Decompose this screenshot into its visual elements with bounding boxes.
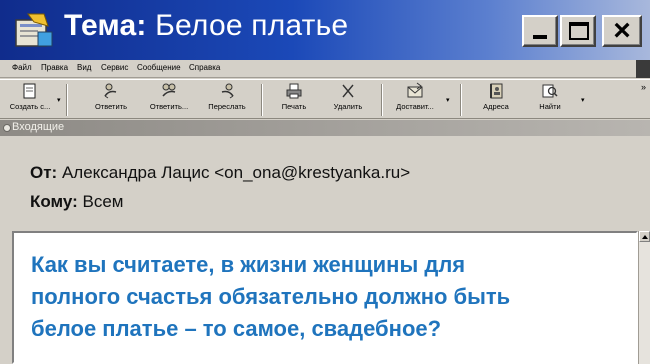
toolbar-separator — [66, 84, 67, 116]
vertical-scrollbar[interactable] — [638, 231, 650, 364]
message-header: От: Александра Лацис <on_ona@krestyanka.… — [0, 137, 650, 229]
title-bar[interactable]: Тема: Белое платье × — [0, 0, 650, 60]
reply-all-label: Ответить... — [149, 102, 189, 111]
forward-icon — [221, 83, 234, 99]
new-message-label: Создать с... — [9, 102, 51, 111]
print-button[interactable]: Печать — [274, 82, 314, 118]
message-line: полного счастья обязательно должно быть — [31, 284, 511, 309]
window-title: Тема: Белое платье — [64, 9, 348, 43]
forward-label: Переслать — [208, 102, 246, 111]
message-body-frame: Как вы считаете, в жизни женщины для пол… — [12, 229, 650, 364]
send-receive-icon — [407, 82, 423, 98]
chevron-down-icon[interactable]: ▾ — [57, 96, 61, 104]
maximize-icon — [569, 22, 589, 40]
reply-all-button[interactable]: Ответить... — [142, 82, 196, 118]
find-label: Найти — [539, 102, 561, 111]
arrow-up-icon — [642, 235, 648, 239]
send-receive-label: Доставит... — [396, 102, 434, 111]
toolbar: Создать с... ▾ Ответить Ответить... Пере… — [0, 79, 650, 119]
title-subject: Белое платье — [155, 9, 349, 42]
menu-bar: Файл Правка Вид Сервис Сообщение Справка — [0, 60, 650, 78]
reply-button[interactable]: Ответить — [88, 82, 134, 118]
inbox-icon — [3, 124, 11, 132]
close-button[interactable]: × — [602, 15, 642, 47]
windows-logo-icon — [636, 60, 650, 78]
print-icon — [286, 83, 302, 99]
close-icon: × — [613, 14, 631, 47]
mail-app-icon — [15, 13, 53, 47]
reply-all-icon — [162, 83, 176, 97]
from-value: Александра Лацис <on_ona@krestyanka.ru> — [61, 163, 411, 182]
menu-tools[interactable]: Сервис — [101, 63, 128, 72]
chevron-down-icon[interactable]: ▾ — [446, 96, 450, 104]
from-label: От: — [30, 163, 58, 182]
reply-label: Ответить — [94, 102, 128, 111]
scroll-up-button[interactable] — [639, 231, 650, 242]
maximize-button[interactable] — [560, 15, 596, 47]
from-line: От: Александра Лацис <on_ona@krestyanka.… — [30, 163, 410, 183]
mail-window: Тема: Белое платье × Файл Правка Вид Сер… — [0, 0, 650, 364]
message-line: Как вы считаете, в жизни женщины для — [31, 252, 466, 277]
new-message-icon — [23, 83, 36, 99]
delete-button[interactable]: Удалить — [326, 82, 370, 118]
delete-label: Удалить — [333, 102, 363, 111]
toolbar-separator — [381, 84, 382, 116]
to-label: Кому: — [30, 192, 78, 211]
menu-help[interactable]: Справка — [189, 63, 220, 72]
to-line: Кому: Всем — [30, 192, 124, 212]
forward-button[interactable]: Переслать — [202, 82, 252, 118]
message-text: Как вы считаете, в жизни женщины для пол… — [31, 249, 591, 345]
menu-view[interactable]: Вид — [77, 63, 91, 72]
menu-edit[interactable]: Правка — [41, 63, 68, 72]
minimize-icon — [533, 35, 547, 39]
message-line: белое платье – то самое, свадебное? — [31, 316, 442, 341]
minimize-button[interactable] — [522, 15, 558, 47]
toolbar-overflow-icon[interactable]: » — [641, 82, 646, 92]
print-label: Печать — [281, 102, 307, 111]
send-receive-button[interactable]: Доставит... — [388, 82, 442, 118]
new-message-button[interactable]: Создать с... — [6, 82, 54, 118]
to-value: Всем — [82, 192, 124, 211]
title-label: Тема: — [64, 9, 147, 42]
delete-icon — [342, 84, 354, 98]
toolbar-separator — [460, 84, 461, 116]
message-body[interactable]: Как вы считаете, в жизни женщины для пол… — [12, 231, 638, 364]
toolbar-separator — [261, 84, 262, 116]
menu-message[interactable]: Сообщение — [137, 63, 181, 72]
address-book-label: Адреса — [483, 102, 509, 111]
address-book-button[interactable]: Адреса — [476, 82, 516, 118]
find-button[interactable]: Найти — [532, 82, 568, 118]
folder-bar: Входящие — [0, 120, 650, 136]
reply-icon — [104, 83, 117, 99]
find-icon — [542, 84, 558, 98]
address-book-icon — [490, 83, 503, 99]
folder-name[interactable]: Входящие — [12, 121, 64, 133]
menu-file[interactable]: Файл — [12, 63, 32, 72]
chevron-down-icon[interactable]: ▾ — [581, 96, 585, 104]
